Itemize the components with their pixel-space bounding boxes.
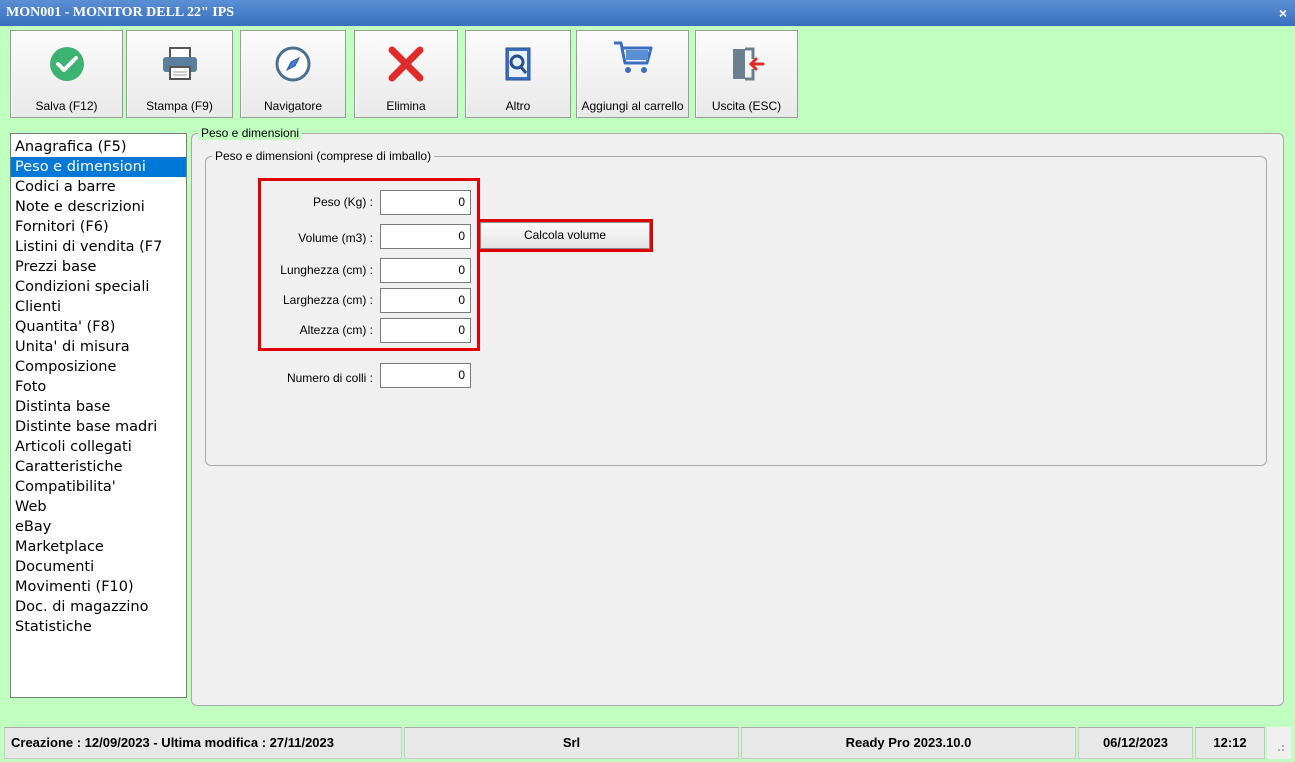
calcola-volume-button[interactable]: Calcola volume [480, 222, 650, 249]
book-search-icon [466, 43, 570, 85]
nav-item-distinte-base-madri[interactable]: Distinte base madri [11, 417, 186, 437]
numero-colli-label: Numero di colli : [286, 371, 373, 385]
delete-x-icon [355, 43, 457, 85]
status-bar: Creazione : 12/09/2023 - Ultima modifica… [4, 727, 1291, 759]
volume-label: Volume (m3) : [298, 231, 373, 245]
nav-item-codici-a-barre[interactable]: Codici a barre [11, 177, 186, 197]
status-version: Ready Pro 2023.10.0 [741, 727, 1076, 759]
nav-item-articoli-collegati[interactable]: Articoli collegati [11, 437, 186, 457]
print-button[interactable]: Stampa (F9) [126, 30, 233, 118]
resize-grip-icon[interactable] [1267, 727, 1291, 759]
printer-icon [127, 43, 232, 85]
save-button-label: Salva (F12) [35, 99, 98, 113]
nav-item-caratteristiche[interactable]: Caratteristiche [11, 457, 186, 477]
nav-item-ebay[interactable]: eBay [11, 517, 186, 537]
volume-input[interactable]: 0 [380, 224, 471, 249]
nav-item-distinta-base[interactable]: Distinta base [11, 397, 186, 417]
panel-title: Peso e dimensioni [198, 126, 303, 140]
window-title-bar: MON001 - MONITOR DELL 22" IPS × [0, 0, 1295, 26]
nav-item-documenti[interactable]: Documenti [11, 557, 186, 577]
close-icon[interactable]: × [1279, 0, 1287, 26]
nav-item-doc-di-magazzino[interactable]: Doc. di magazzino [11, 597, 186, 617]
lunghezza-input[interactable]: 0 [380, 258, 471, 283]
altezza-input[interactable]: 0 [380, 318, 471, 343]
nav-item-prezzi-base[interactable]: Prezzi base [11, 257, 186, 277]
add-to-cart-button-label: Aggiungi al carrello [581, 99, 684, 113]
nav-item-statistiche[interactable]: Statistiche [11, 617, 186, 637]
larghezza-input[interactable]: 0 [380, 288, 471, 313]
add-to-cart-button[interactable]: Aggiungi al carrello [576, 30, 689, 118]
delete-button-label: Elimina [386, 99, 426, 113]
more-button[interactable]: Altro [465, 30, 571, 118]
window-title: MON001 - MONITOR DELL 22" IPS [6, 5, 235, 20]
exit-button[interactable]: Uscita (ESC) [695, 30, 798, 118]
delete-button[interactable]: Elimina [354, 30, 458, 118]
check-circle-icon [11, 43, 122, 85]
exit-button-label: Uscita (ESC) [711, 99, 782, 113]
status-company: Srl [404, 727, 739, 759]
numero-colli-input[interactable]: 0 [380, 363, 471, 388]
navigator-button[interactable]: Navigatore [240, 30, 346, 118]
save-button[interactable]: Salva (F12) [10, 30, 123, 118]
section-list: Anagrafica (F5) Peso e dimensioni Codici… [10, 133, 187, 698]
more-button-label: Altro [505, 99, 531, 113]
print-button-label: Stampa (F9) [146, 99, 213, 113]
nav-item-listini-di-vendita[interactable]: Listini di vendita (F7 [11, 237, 186, 257]
nav-item-marketplace[interactable]: Marketplace [11, 537, 186, 557]
nav-item-peso-e-dimensioni[interactable]: Peso e dimensioni [11, 157, 186, 177]
status-dates: Creazione : 12/09/2023 - Ultima modifica… [4, 727, 402, 759]
group-title: Peso e dimensioni (comprese di imballo) [212, 149, 435, 163]
compass-icon [241, 43, 345, 85]
nav-item-fornitori[interactable]: Fornitori (F6) [11, 217, 186, 237]
larghezza-label: Larghezza (cm) : [282, 293, 373, 307]
nav-item-unita-di-misura[interactable]: Unita' di misura [11, 337, 186, 357]
nav-item-clienti[interactable]: Clienti [11, 297, 186, 317]
status-date: 06/12/2023 [1078, 727, 1193, 759]
lunghezza-label: Lunghezza (cm) : [280, 263, 373, 277]
nav-item-compatibilita[interactable]: Compatibilita' [11, 477, 186, 497]
cart-icon [577, 37, 688, 79]
nav-item-note-e-descrizioni[interactable]: Note e descrizioni [11, 197, 186, 217]
nav-item-foto[interactable]: Foto [11, 377, 186, 397]
nav-item-web[interactable]: Web [11, 497, 186, 517]
nav-item-movimenti[interactable]: Movimenti (F10) [11, 577, 186, 597]
navigator-button-label: Navigatore [263, 99, 323, 113]
nav-item-composizione[interactable]: Composizione [11, 357, 186, 377]
exit-door-icon [696, 43, 797, 85]
nav-item-condizioni-speciali[interactable]: Condizioni speciali [11, 277, 186, 297]
peso-input[interactable]: 0 [380, 190, 471, 215]
nav-item-anagrafica[interactable]: Anagrafica (F5) [11, 137, 186, 157]
status-time: 12:12 [1195, 727, 1265, 759]
altezza-label: Altezza (cm) : [299, 323, 373, 337]
nav-item-quantita[interactable]: Quantita' (F8) [11, 317, 186, 337]
peso-label: Peso (Kg) : [312, 195, 373, 209]
